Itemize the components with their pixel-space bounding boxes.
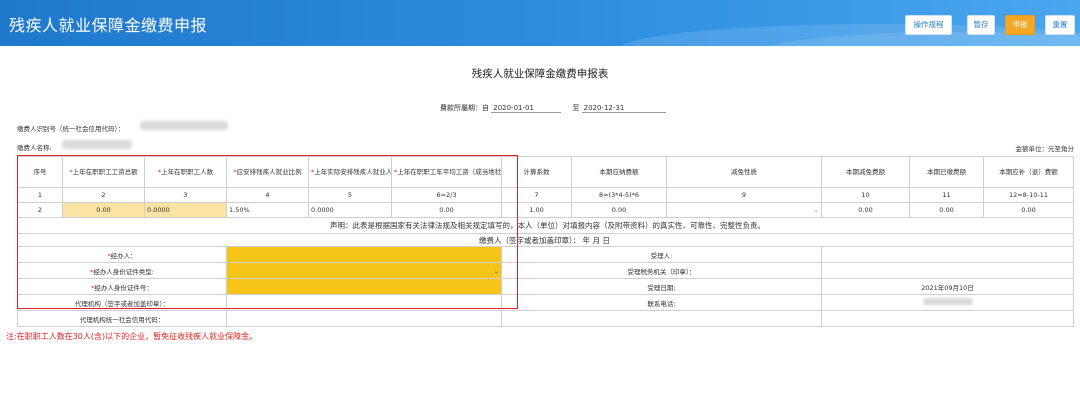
payable-value: 0.00: [571, 202, 667, 218]
employee-count-input[interactable]: 0.0000: [144, 202, 227, 218]
phone-label: 联系电话:: [501, 294, 822, 311]
exemption-note: 注:在职职工人数在30人(含)以下的企业，暂免征收残疾人就业保障金。: [6, 332, 258, 341]
col-header-average-wage: *上年在职职工年平均工资（成当地社会平均工资的2倍）: [391, 156, 502, 188]
reduction-value: 0.00: [821, 202, 910, 218]
acceptor-value: [821, 246, 1074, 263]
paid-input[interactable]: 0.00: [909, 202, 984, 218]
id-type-label: *经办人身份证件类型:: [17, 262, 227, 279]
formula-cell: 11: [909, 187, 984, 203]
period-to-label: 至: [572, 104, 580, 112]
disabled-employed-value: 0.0000: [308, 202, 392, 218]
balance-value: 0.00: [983, 202, 1074, 218]
formula-cell: 8=(3*4-5)*6: [571, 187, 667, 203]
guide-button[interactable]: 操作规程: [905, 15, 952, 35]
accept-date-value: 2021年09月10日: [821, 278, 1074, 295]
formula-cell: 1: [17, 187, 63, 203]
col-header-required-ratio: *应安排残疾人就业比例: [226, 156, 309, 188]
signature-row: 缴费人（签字或者加盖印章）： 年 月 日: [17, 233, 1074, 247]
id-type-row: *经办人身份证件类型: ⌄ 受理税务机关（印章）：: [17, 262, 1074, 279]
reset-button[interactable]: 重置: [1045, 15, 1075, 35]
declaration-table: 序号 *上年在职职工工资总额 *上年在职职工人数 *应安排残疾人就业比例 *上年…: [17, 156, 1074, 327]
col-header-disabled-employed: *上年实际安排残疾人就业人数: [308, 156, 392, 188]
formula-cell: 3: [144, 187, 227, 203]
id-type-select[interactable]: ⌄: [226, 262, 502, 279]
empty-cell: [821, 310, 1074, 327]
col-header-index: 序号: [17, 156, 63, 188]
id-number-row: *经办人身份证件号： 受理日期: 2021年09月10日: [17, 278, 1074, 295]
formula-cell: 12=8-10-11: [983, 187, 1074, 203]
tax-office-label: 受理税务机关（印章）：: [501, 262, 822, 279]
formula-cell: 10: [821, 187, 910, 203]
acceptor-label: 受理人:: [501, 246, 822, 263]
empty-cell: [501, 310, 822, 327]
declaration-text: 声明：此表是根据国家有关法律法规及相关规定填写的，本人（单位）对填报内容（及附带…: [17, 217, 1074, 234]
formula-cell: 2: [62, 187, 145, 203]
phone-redacted: [922, 298, 973, 305]
coefficient-value: 1.00: [501, 202, 572, 218]
col-header-coefficient: 计算系数: [501, 156, 572, 188]
formula-cell: 4: [226, 187, 309, 203]
col-header-total-wages: *上年在职职工工资总额: [62, 156, 145, 188]
chevron-down-icon: ⌄: [813, 206, 819, 214]
app-title: 残疾人就业保障金缴费申报: [9, 16, 208, 35]
declaration-row: 声明：此表是根据国家有关法律法规及相关规定填写的，本人（单位）对填报内容（及附带…: [17, 217, 1074, 234]
col-header-balance: 本期应补（退）费额: [983, 156, 1074, 188]
handler-input[interactable]: [226, 246, 502, 263]
col-header-reduction: 本期减免费额: [821, 156, 910, 188]
col-header-paid: 本期已缴费额: [909, 156, 984, 188]
period-label: 費款所屬期：自: [440, 104, 489, 112]
col-header-employee-count: *上年在职职工人数: [144, 156, 227, 188]
formula-cell: 5: [308, 187, 392, 203]
formula-cell: 7: [501, 187, 572, 203]
id-number-input[interactable]: [226, 278, 502, 295]
agency-code-label: 代理机构统一社会信用代码：: [17, 310, 227, 327]
agency-row: 代理机构（签字或者加盖印章）： 联系电话:: [17, 294, 1074, 311]
agency-input[interactable]: [226, 294, 502, 311]
save-draft-button[interactable]: 暂存: [967, 15, 995, 35]
taxpayer-name-label: 缴费人名称:: [17, 144, 52, 152]
formula-row: 1 2 3 4 5 6=2/3 7 8=(3*4-5)*6 9 10 11 12…: [17, 187, 1074, 203]
handler-row: *经办人： 受理人:: [17, 246, 1074, 263]
phone-value: [821, 294, 1074, 311]
agency-code-input[interactable]: [226, 310, 502, 327]
handler-label: *经办人：: [17, 246, 227, 263]
signature-text: 缴费人（签字或者加盖印章）： 年 月 日: [17, 233, 1074, 247]
row-number: 2: [17, 202, 63, 218]
col-header-payable: 本期应纳费额: [571, 156, 667, 188]
exemption-type-select[interactable]: ⌄: [666, 202, 822, 218]
agency-code-row: 代理机构统一社会信用代码：: [17, 310, 1074, 327]
accept-date-label: 受理日期:: [501, 278, 822, 295]
app-header: 残疾人就业保障金缴费申报 操作规程 暂存 申报 重置: [0, 0, 1080, 46]
col-header-exemption-type: 减免性质: [666, 156, 822, 188]
form-title: 残疾人就业保障金缴费申报表: [471, 68, 609, 80]
submit-button[interactable]: 申报: [1005, 15, 1035, 35]
tax-office-value: [821, 262, 1074, 279]
data-row: 2 0.00 0.0000 1.50% 0.0000 0.00 1.00 0.0…: [17, 202, 1074, 218]
header-row: 序号 *上年在职职工工资总额 *上年在职职工人数 *应安排残疾人就业比例 *上年…: [17, 156, 1074, 188]
taxpayer-id-label: 缴费人识别号（统一社会信用代码）：: [17, 125, 125, 133]
agency-label: 代理机构（签字或者加盖印章）：: [17, 294, 227, 311]
formula-cell: 9: [666, 187, 822, 203]
period-start-input[interactable]: 2020-01-01: [491, 104, 562, 113]
period-end-input[interactable]: 2020-12-31: [581, 104, 666, 113]
required-ratio-value: 1.50%: [226, 202, 309, 218]
average-wage-value: 0.00: [391, 202, 502, 218]
total-wages-input[interactable]: 0.00: [62, 202, 145, 218]
taxpayer-id-redacted: [140, 121, 228, 130]
fee-period: 費款所屬期：自 2020-01-01 至 2020-12-31: [440, 103, 666, 113]
formula-cell: 6=2/3: [391, 187, 502, 203]
currency-unit-label: 金额单位：元至角分: [1015, 145, 1075, 153]
chevron-down-icon: ⌄: [493, 266, 499, 275]
id-number-label: *经办人身份证件号：: [17, 278, 227, 295]
taxpayer-name-redacted: [62, 140, 132, 149]
